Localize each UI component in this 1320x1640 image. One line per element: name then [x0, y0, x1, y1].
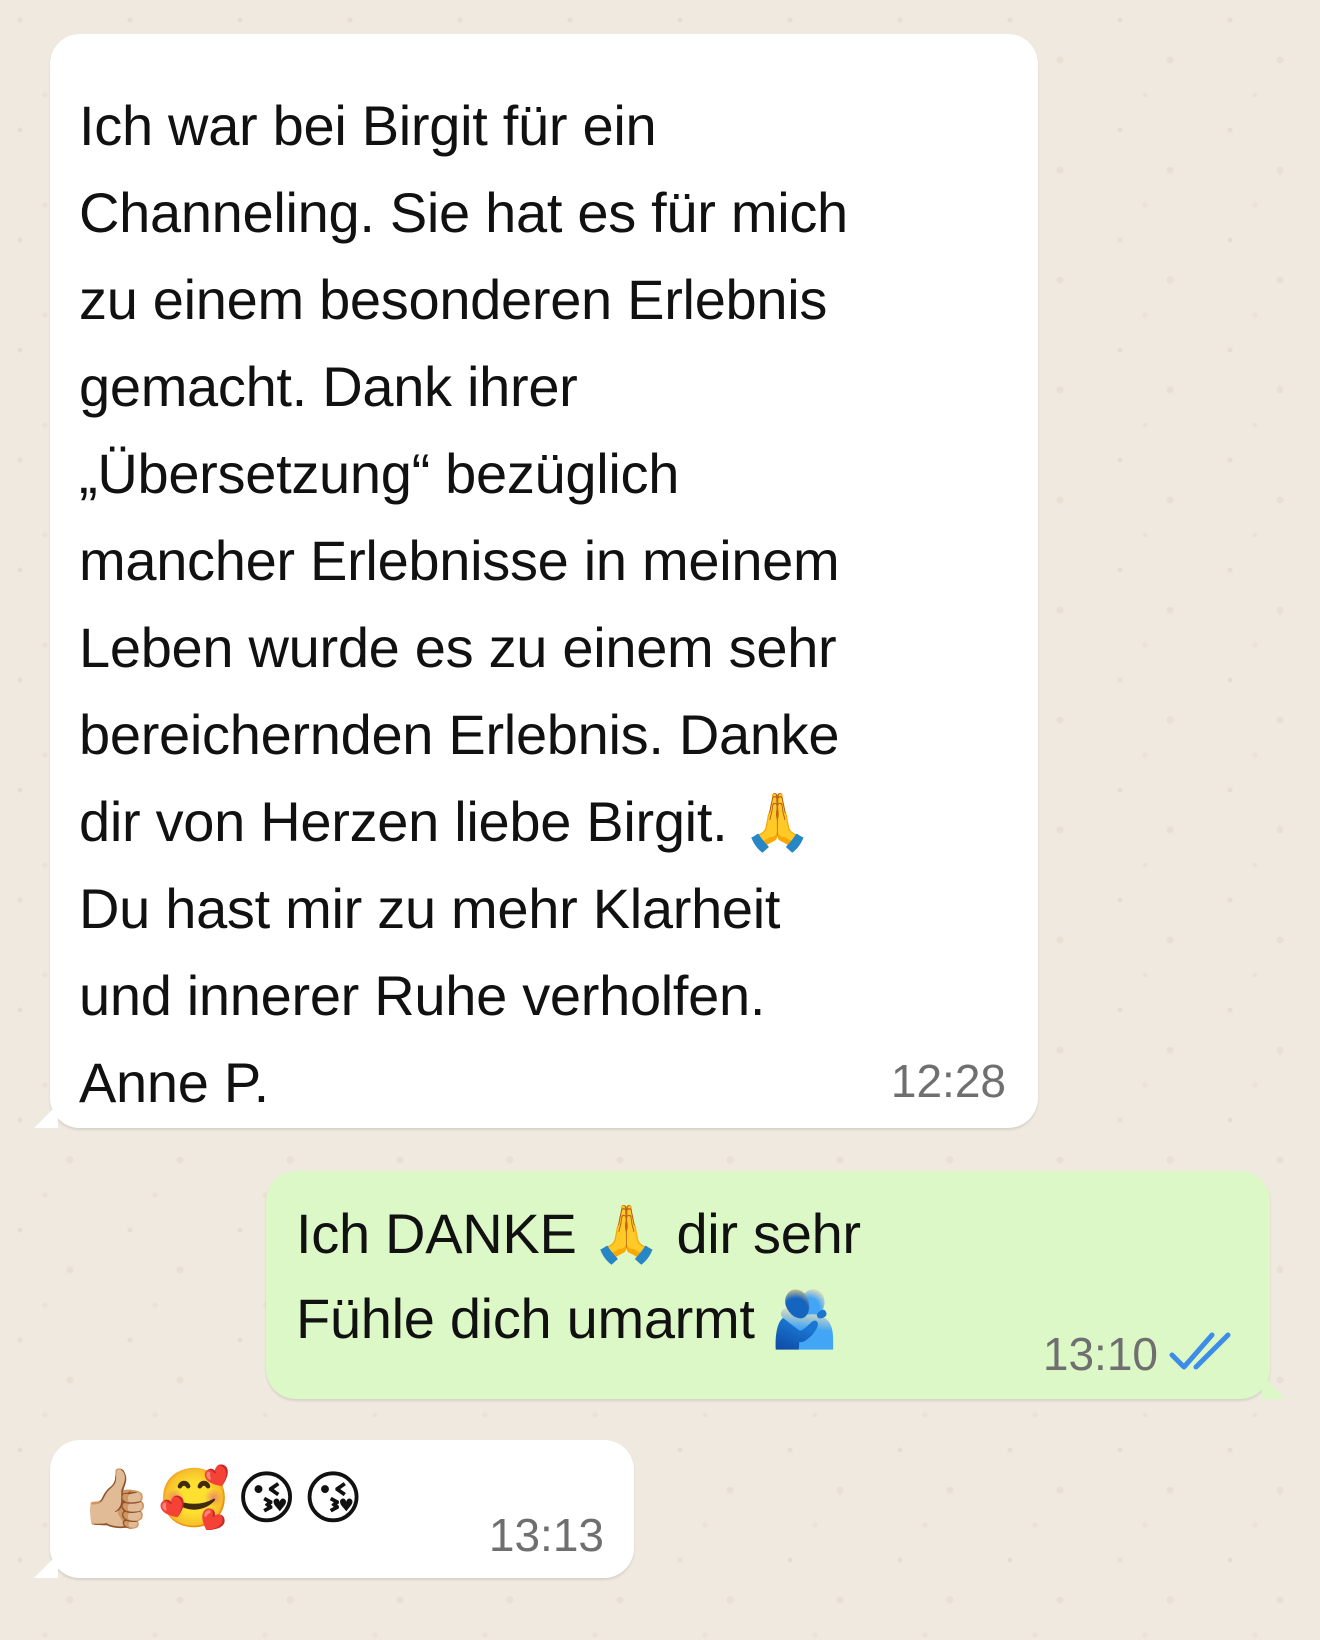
message-timestamp: 12:28 [890, 1055, 1006, 1107]
message-timestamp: 13:13 [488, 1509, 604, 1561]
bubble-tail [34, 1104, 58, 1128]
message-bubble-incoming[interactable]: Ich war bei Birgit für ein Channeling. S… [34, 34, 1038, 1128]
bubble-tail [34, 1554, 58, 1578]
emoji-reaction-text: 👍🏼🥰😘😘 [80, 1466, 370, 1531]
bubble-tail [1262, 1375, 1286, 1399]
message-bubble-incoming[interactable]: 👍🏼🥰😘😘 13:13 [34, 1440, 634, 1578]
message-bubble-outgoing[interactable]: Ich DANKE 🙏 dir sehr Fühle dich umarmt 🫂… [266, 1171, 1286, 1399]
double-check-icon [1169, 1332, 1231, 1370]
message-text: Ich DANKE 🙏 dir sehr Fühle dich umarmt 🫂 [296, 1202, 861, 1350]
message-text: Ich war bei Birgit für ein Channeling. S… [79, 94, 848, 1114]
message-timestamp: 13:10 [1042, 1328, 1158, 1380]
